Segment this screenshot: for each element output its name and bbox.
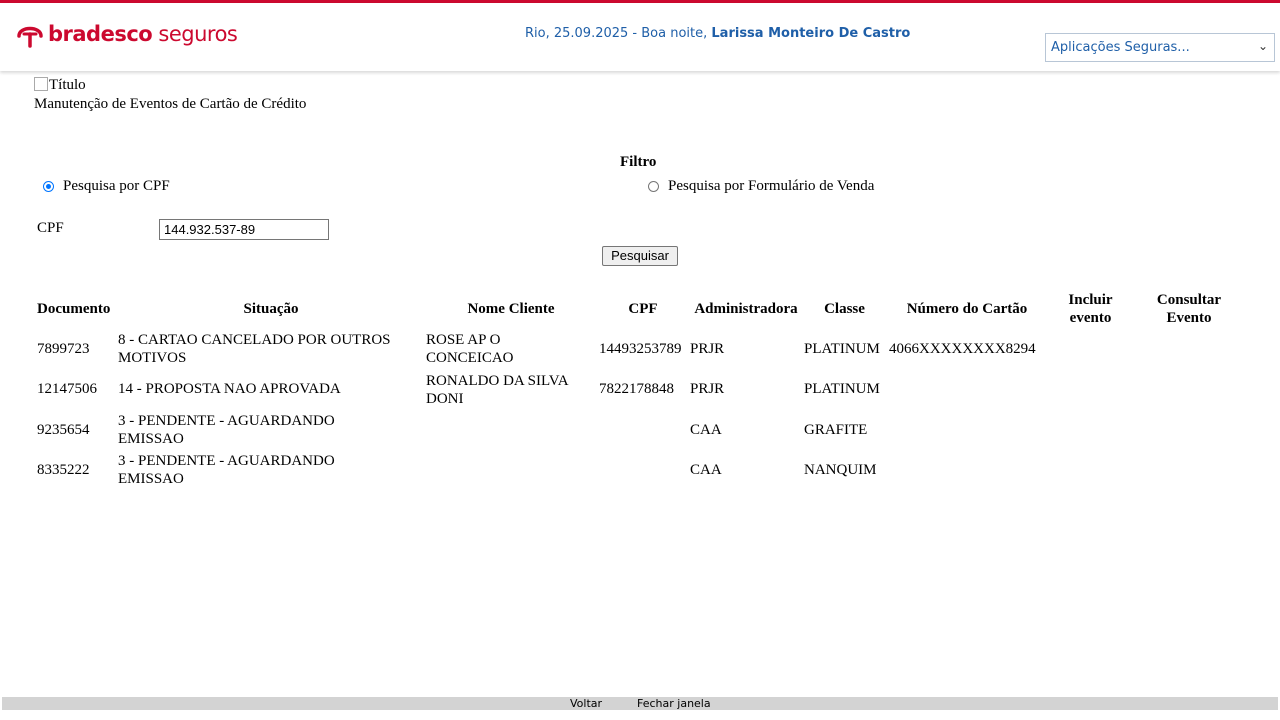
filter-title: Filtro (620, 154, 657, 170)
radio-search-by-sales-form[interactable]: Pesquisa por Formulário de Venda (648, 178, 874, 195)
greeting: Rio, 25.09.2025 - Boa noite, Larissa Mon… (525, 26, 910, 41)
header-situacao: Situação (243, 301, 299, 317)
row-3-situacao: 3 - PENDENTE - AGUARDANDO EMISSAO (118, 452, 424, 488)
row-0-situacao-line2: MOTIVOS (118, 350, 187, 366)
row-3-classe: NANQUIM (804, 462, 877, 478)
bradesco-logo[interactable]: bradesco seguros (16, 20, 238, 48)
title-image-alt: Título (49, 77, 86, 93)
row-0-numero-cartao: 4066XXXXXXXX8294 (889, 341, 1036, 357)
header-classe: Classe (824, 301, 865, 317)
row-3-situacao-line1: 3 - PENDENTE - AGUARDANDO (118, 453, 335, 469)
row-2-situacao-line2: EMISSAO (118, 431, 184, 447)
header-nome-cliente: Nome Cliente (467, 301, 555, 317)
header-incluir-line1: Incluir (1068, 292, 1113, 308)
row-3-administradora: CAA (690, 462, 722, 478)
cpf-label: CPF (37, 220, 64, 236)
row-0-documento[interactable]: 7899723 (37, 340, 90, 358)
row-1-nome-line2: DONI (426, 391, 464, 407)
title-image-broken: Título (34, 77, 86, 94)
radio-form-label: Pesquisa por Formulário de Venda (668, 178, 875, 194)
header-consultar-line2: Evento (1166, 310, 1212, 326)
close-window-link[interactable]: Fechar janela (637, 697, 711, 710)
row-0-situacao: 8 - CARTAO CANCELADO POR OUTROS MOTIVOS (118, 331, 424, 367)
bradesco-logo-icon (17, 26, 43, 48)
header-incluir-evento: Incluir evento (1048, 291, 1133, 327)
row-0-cpf: 14493253789 (599, 341, 682, 357)
broken-image-icon (34, 77, 48, 91)
row-3-situacao-line2: EMISSAO (118, 471, 184, 487)
radio-unselected-icon[interactable] (648, 181, 659, 192)
row-1-nome: RONALDO DA SILVA DONI (426, 372, 596, 408)
applications-select[interactable]: Aplicações Seguras... ⌄ (1045, 33, 1275, 62)
header-consultar-line1: Consultar (1156, 292, 1222, 308)
radio-search-by-cpf[interactable]: Pesquisa por CPF (43, 178, 170, 195)
row-2-documento[interactable]: 9235654 (37, 421, 90, 439)
radio-selected-icon[interactable] (43, 181, 54, 192)
row-3-documento[interactable]: 8335222 (37, 461, 90, 479)
row-0-nome-line1: ROSE AP O (426, 332, 501, 348)
header-cpf: CPF (628, 301, 658, 317)
row-2-classe: GRAFITE (804, 422, 868, 438)
header-incluir-line2: evento (1069, 310, 1112, 326)
row-1-situacao: 14 - PROPOSTA NAO APROVADA (118, 381, 341, 397)
row-1-documento[interactable]: 12147506 (37, 380, 97, 398)
header-documento: Documento (37, 301, 111, 317)
row-0-nome-line2: CONCEICAO (426, 350, 514, 366)
search-button[interactable]: Pesquisar (602, 246, 678, 266)
row-2-administradora: CAA (690, 422, 722, 438)
row-1-cpf: 7822178848 (599, 381, 674, 397)
row-0-nome: ROSE AP O CONCEICAO (426, 331, 596, 367)
row-1-nome-line1: RONALDO DA SILVA (426, 373, 569, 389)
row-2-situacao: 3 - PENDENTE - AGUARDANDO EMISSAO (118, 412, 424, 448)
row-0-situacao-line1: 8 - CARTAO CANCELADO POR OUTROS (118, 332, 391, 348)
back-link[interactable]: Voltar (570, 697, 602, 710)
cpf-input[interactable]: 144.932.537-89 (159, 219, 329, 240)
header-administradora: Administradora (694, 301, 798, 317)
radio-cpf-label: Pesquisa por CPF (63, 178, 170, 194)
row-0-classe: PLATINUM (804, 341, 880, 357)
applications-select-value: Aplicações Seguras... (1051, 40, 1190, 55)
row-2-situacao-line1: 3 - PENDENTE - AGUARDANDO (118, 413, 335, 429)
page-title: Manutenção de Eventos de Cartão de Crédi… (34, 96, 307, 112)
row-1-administradora: PRJR (690, 381, 725, 397)
header-consultar-evento: Consultar Evento (1136, 291, 1242, 327)
greeting-text: Rio, 25.09.2025 - Boa noite, (525, 26, 712, 41)
row-0-administradora: PRJR (690, 341, 725, 357)
header: bradesco seguros Rio, 25.09.2025 - Boa n… (0, 3, 1280, 71)
chevron-down-icon: ⌄ (1257, 39, 1268, 53)
logo-text: bradesco seguros (48, 22, 238, 46)
user-name: Larissa Monteiro De Castro (711, 26, 911, 41)
row-1-classe: PLATINUM (804, 381, 880, 397)
header-numero-cartao: Número do Cartão (906, 301, 1028, 317)
footer-bar: Voltar Fechar janela (2, 697, 1278, 710)
